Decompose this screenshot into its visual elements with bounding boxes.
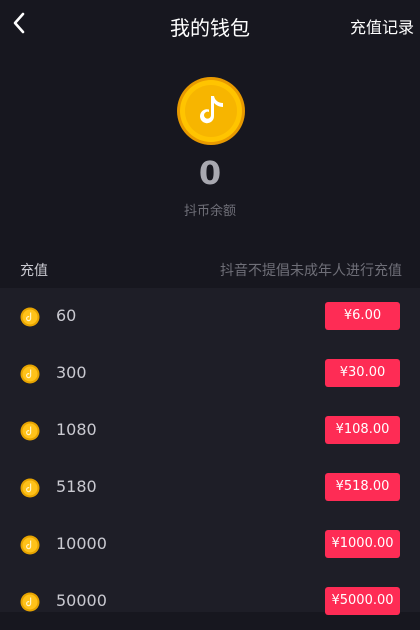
coin-icon bbox=[20, 421, 40, 441]
price-button[interactable]: ¥30.00 bbox=[325, 359, 400, 387]
price-button[interactable]: ¥6.00 bbox=[325, 302, 400, 330]
coin-amount: 300 bbox=[56, 363, 87, 382]
balance-panel: 0 抖币余额 bbox=[0, 54, 420, 254]
recharge-section-header: 充值 抖音不提倡未成年人进行充值 bbox=[0, 254, 420, 286]
balance-label: 抖币余额 bbox=[183, 204, 236, 219]
price-button[interactable]: ¥1000.00 bbox=[325, 530, 400, 558]
price-button[interactable]: ¥518.00 bbox=[325, 473, 400, 501]
recharge-options-list: 60 ¥6.00 300 ¥30.00 1080 ¥108.00 5180 ¥5… bbox=[0, 288, 420, 615]
header: 我的钱包 充值记录 bbox=[0, 0, 420, 54]
recharge-title: 充值 bbox=[20, 263, 48, 279]
price-button[interactable]: ¥108.00 bbox=[325, 416, 400, 444]
music-note-coin-icon bbox=[177, 77, 245, 145]
coin-icon bbox=[20, 307, 40, 327]
recharge-option-row[interactable]: 5180 ¥518.00 bbox=[0, 459, 420, 516]
coin-amount: 50000 bbox=[56, 591, 107, 610]
coin-amount: 60 bbox=[56, 306, 77, 325]
coin-amount: 10000 bbox=[56, 534, 107, 553]
recharge-option-row[interactable]: 60 ¥6.00 bbox=[0, 288, 420, 345]
coin-icon bbox=[20, 364, 40, 384]
coin-icon bbox=[20, 478, 40, 498]
balance-amount: 0 bbox=[198, 154, 222, 192]
price-button[interactable]: ¥5000.00 bbox=[325, 587, 400, 615]
coin-amount: 1080 bbox=[56, 420, 97, 439]
recharge-option-row[interactable]: 10000 ¥1000.00 bbox=[0, 516, 420, 573]
recharge-option-row[interactable]: 300 ¥30.00 bbox=[0, 345, 420, 402]
recharge-option-row[interactable]: 50000 ¥5000.00 bbox=[0, 573, 420, 630]
recharge-records-link[interactable]: 充值记录 bbox=[350, 14, 414, 38]
minor-warning-note: 抖音不提倡未成年人进行充值 bbox=[220, 263, 402, 279]
coin-amount: 5180 bbox=[56, 477, 97, 496]
coin-icon bbox=[20, 592, 40, 612]
recharge-option-row[interactable]: 1080 ¥108.00 bbox=[0, 402, 420, 459]
coin-icon bbox=[20, 535, 40, 555]
